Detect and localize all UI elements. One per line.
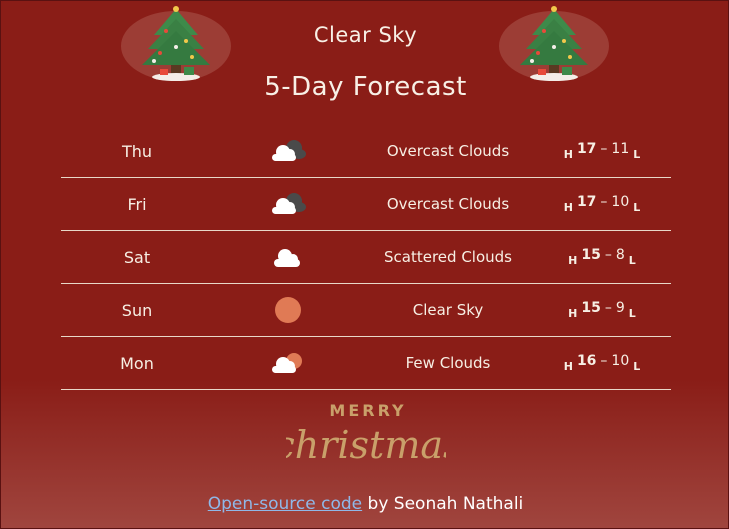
forecast-description: Few Clouds [405,354,491,372]
high-temp: 16 [576,353,597,369]
forecast-temperature: H 17–10 L [563,194,641,214]
forecast-description: Overcast Clouds [386,195,510,213]
weather-app: Clear Sky 5-Day Forecast Thu Overcast Cl… [0,0,729,529]
forecast-description: Scattered Clouds [384,248,512,266]
high-temp: 17 [576,141,597,157]
few-clouds-icon [213,349,363,377]
low-temp: 10 [611,194,630,210]
forecast-temperature: H 15–8 L [568,247,636,267]
footer-credit: by Seonah Nathali [362,494,524,514]
source-code-link[interactable]: Open-source code [208,494,362,514]
forecast-heading: 5-Day Forecast [264,72,467,102]
forecast-day: Thu [121,141,153,161]
forecast-row: Sun Clear Sky H 15–9 L [61,284,671,337]
high-temp: 15 [581,247,601,263]
footer: Open-source code by Seonah Nathali [1,494,729,514]
forecast-description: Overcast Clouds [386,142,510,160]
scattered-clouds-icon [213,243,363,271]
forecast-table: Thu Overcast Clouds H 17–11 L Fri Overca… [61,125,671,390]
overcast-clouds-icon [213,137,363,165]
low-temp: 11 [611,141,630,157]
christmas-text: christmas [286,423,446,467]
forecast-row: Thu Overcast Clouds H 17–11 L [61,125,671,178]
high-temp: 17 [576,194,597,210]
current-condition: Clear Sky [313,23,418,47]
low-temp: 10 [611,353,630,369]
forecast-temperature: H 16–10 L [563,353,641,373]
forecast-day: Mon [120,353,154,373]
forecast-row: Mon Few Clouds H 16–10 L [61,337,671,390]
low-temp: 8 [615,247,625,263]
merry-text: MERRY [329,401,406,420]
forecast-day: Sun [121,300,153,320]
high-temp: 15 [581,300,601,316]
overcast-clouds-icon [213,190,363,218]
forecast-day: Fri [127,194,147,214]
low-temp: 9 [615,300,625,316]
forecast-temperature: H 15–9 L [568,300,636,320]
forecast-description: Clear Sky [412,301,484,319]
merry-christmas-logo: MERRY christmas [286,401,446,467]
forecast-row: Sat Scattered Clouds H 15–8 L [61,231,671,284]
forecast-temperature: H 17–11 L [563,141,641,161]
forecast-day: Sat [123,247,151,267]
sun-icon [213,295,363,325]
forecast-row: Fri Overcast Clouds H 17–10 L [61,178,671,231]
